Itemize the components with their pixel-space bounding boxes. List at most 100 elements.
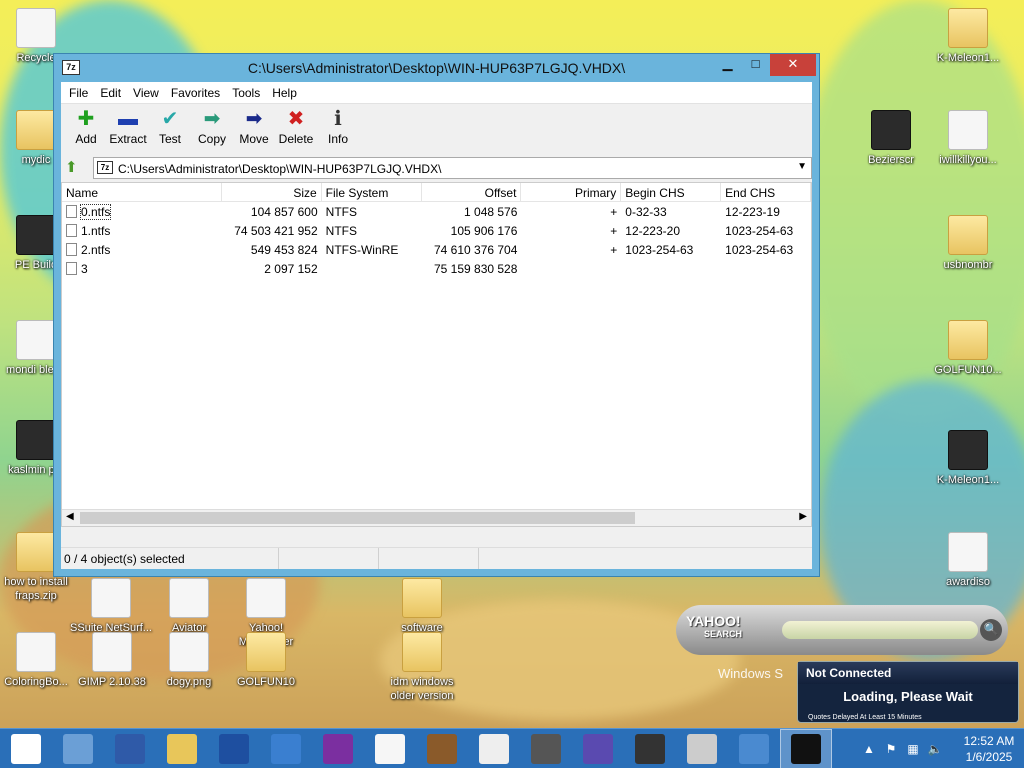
table-row[interactable]: 3 2 097 152 75 159 830 528 [62,259,811,278]
column-offset[interactable]: Offset [422,183,522,201]
file-icon [66,261,77,275]
table-row[interactable]: 0.ntfs 104 857 600 NTFS 1 048 576 +0-32-33 12… [62,202,811,221]
taskbar-scanner-app[interactable] [676,729,728,768]
action-center-icon[interactable]: ⚑ [880,742,902,756]
desktop-icon[interactable]: GOLFUN10... [926,320,1010,377]
test-button[interactable]: ✔ Test [149,104,191,154]
table-row[interactable]: 1.ntfs 74 503 421 952 NTFS 105 906 176 +12-2… [62,221,811,240]
address-combo[interactable]: 7z C:\Users\Administrator\Desktop\WIN-HU… [93,157,812,179]
folder-icon [16,532,56,572]
search-icon[interactable]: 🔍 [980,619,1002,641]
desktop-icon[interactable]: awardiso [926,532,1010,589]
windows-search-label: Windows S [718,666,784,681]
cell-begin: 0-32-33 [625,204,667,219]
column-end[interactable]: End CHS [721,183,812,201]
app-icon [246,578,286,618]
desktop-icon[interactable]: iwillkillyou... [926,110,1010,167]
copy-button[interactable]: ➡ Copy [191,104,233,154]
column-size[interactable]: Size [222,183,322,201]
file-name: 3 [81,261,88,276]
clock[interactable]: 12:52 AM 1/6/2025 [954,733,1024,765]
folder-icon [16,110,56,150]
toolbar: ✚ Add ▬ Extract ✔ Test ➡ Copy ➡ Move ✖ Delete ℹ Info [61,104,812,154]
app-icon [948,532,988,572]
scroll-left-icon[interactable]: ◀ [66,511,74,522]
menu-tools[interactable]: Tools [226,82,266,103]
minimize-button[interactable]: ▁ [714,54,741,76]
taskbar-explorer-app[interactable] [52,729,104,768]
taskbar-app-a[interactable] [208,729,260,768]
cell-offset: 74 610 376 704 [433,242,518,257]
delete-button[interactable]: ✖ Delete [275,104,317,154]
extract-button[interactable]: ▬ Extract [107,104,149,154]
menu-favorites[interactable]: Favorites [165,82,226,103]
ticker-note: Quotes Delayed At Least 15 Minutes [808,714,922,721]
desktop-icon[interactable]: GOLFUN10 [224,632,308,689]
folder-icon [402,632,442,672]
desktop-icon[interactable]: K-Meleon1... [926,430,1010,487]
horizontal-scrollbar[interactable]: ◀ ▶ [62,509,811,526]
column-begin[interactable]: Begin CHS [621,183,722,201]
7zip-app-icon [791,733,821,764]
scroll-right-icon[interactable]: ▶ [799,511,807,522]
taskbar-7zip-app[interactable] [780,728,832,768]
address-bar: ⬆ 7z C:\Users\Administrator\Desktop\WIN-… [61,154,812,182]
desktop-icon-label: awardiso [945,576,991,588]
chevron-down-icon[interactable]: ▼ [797,161,807,172]
desktop-icon[interactable]: K-Meleon1... [926,8,1010,65]
desktop-icon[interactable]: GIMP 2.10.38 [70,632,154,689]
taskbar-refresh-app[interactable] [260,729,312,768]
taskbar-start[interactable] [0,729,52,768]
cell-size: 2 097 152 [264,261,318,276]
yahoo-search-input[interactable] [782,621,978,639]
app-icon [91,578,131,618]
app-icon [16,632,56,672]
network-icon[interactable]: ▦ [902,742,924,756]
up-folder-icon[interactable]: ⬆ [65,158,87,178]
app-icon [948,110,988,150]
taskbar-monitor-app[interactable] [624,729,676,768]
column-name[interactable]: Name [62,183,222,201]
app-a-icon [219,733,249,764]
taskbar-file-explorer[interactable] [156,729,208,768]
desktop-icon[interactable]: Aviator [147,578,231,635]
menu-help[interactable]: Help [266,82,303,103]
taskbar-yahoo-app[interactable] [312,729,364,768]
info-button[interactable]: ℹ Info [317,104,359,154]
desktop-icon[interactable]: dogy.png [147,632,231,689]
desktop-icon[interactable]: ColoringBo... [0,632,78,689]
taskbar-box-app[interactable] [416,729,468,768]
app-icon [871,110,911,150]
desktop-icon-label: dogy.png [166,676,212,688]
window-client: File Edit View Favorites Tools Help ✚ Add ▬ Extr… [61,82,812,569]
desktop-icon[interactable]: Bezierscr [849,110,933,167]
desktop-icon[interactable]: SSuite NetSurf... [69,578,153,635]
taskbar-gimp[interactable] [520,729,572,768]
menu-edit[interactable]: Edit [94,82,127,103]
close-button[interactable]: ✕ [770,54,816,76]
desktop-icon-label: idm windows older version [390,676,454,702]
taskbar-camera-app[interactable] [468,729,520,768]
desktop-icon[interactable]: software [380,578,464,635]
taskbar-gear-app[interactable] [572,729,624,768]
table-row[interactable]: 2.ntfs 549 453 824 NTFS-WinRE 74 610 376 70… [62,240,811,259]
menu-view[interactable]: View [127,82,165,103]
taskbar-notepad[interactable] [364,729,416,768]
scrollbar-thumb[interactable] [80,512,635,524]
title-bar[interactable]: 7z C:\Users\Administrator\Desktop\WIN-HU… [54,54,819,82]
maximize-button[interactable]: □ [742,54,769,76]
taskbar-globe-app[interactable] [728,729,780,768]
desktop-icon[interactable]: usbnombr [926,215,1010,272]
column-primary[interactable]: Primary [521,183,622,201]
cell-offset: 75 159 830 528 [433,261,518,276]
desktop-icon-label: K-Meleon1... [936,52,1000,64]
status-cell [379,548,479,569]
show-hidden-icons-icon[interactable]: ▲ [858,742,880,756]
taskbar-powershell[interactable] [104,729,156,768]
desktop-icon[interactable]: idm windows older version [380,632,464,703]
volume-icon[interactable]: 🔈 [924,742,946,756]
column-fs[interactable]: File System [322,183,422,201]
menu-file[interactable]: File [63,82,94,103]
add-button[interactable]: ✚ Add [65,104,107,154]
move-button[interactable]: ➡ Move [233,104,275,154]
